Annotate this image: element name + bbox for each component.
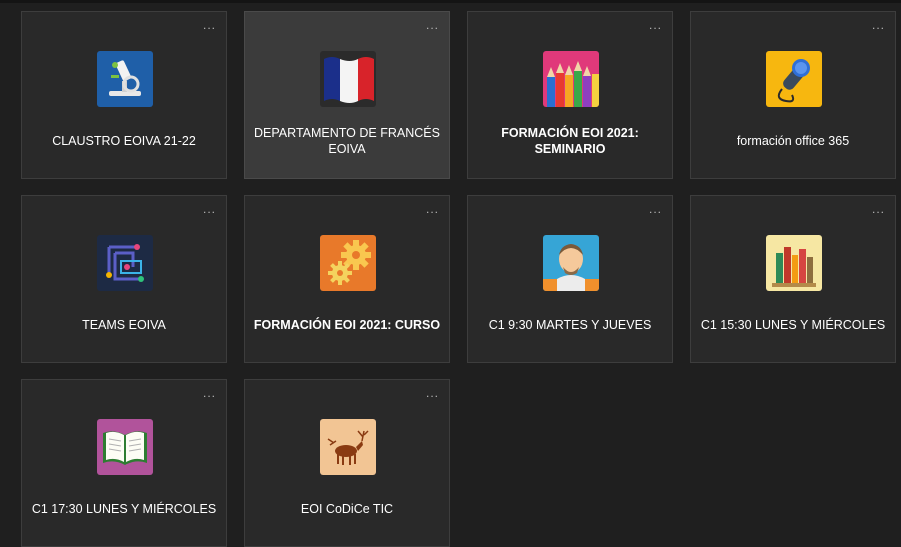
microscope-icon [97, 51, 153, 107]
more-options-icon[interactable]: ... [872, 203, 885, 215]
more-options-icon[interactable]: ... [872, 19, 885, 31]
team-card-office365[interactable]: ... formación office 365 [690, 11, 896, 179]
team-name: FORMACIÓN EOI 2021: CURSO [253, 318, 441, 332]
team-card-c1-1730[interactable]: ... C1 17:30 LUNES Y MIÉRCOLES [21, 379, 227, 547]
gears-icon [320, 235, 376, 291]
team-card-frances[interactable]: ... DEPARTAMENTO DE FRANCÉS EOIVA [244, 11, 450, 179]
team-name: C1 9:30 MARTES Y JUEVES [488, 318, 652, 332]
cave-painting-icon [320, 419, 376, 475]
more-options-icon[interactable]: ... [203, 19, 216, 31]
more-options-icon[interactable]: ... [426, 203, 439, 215]
team-name: EOI CoDiCe TIC [300, 502, 394, 516]
team-name: CLAUSTRO EOIVA 21-22 [52, 134, 196, 148]
team-card-teams-eoiva[interactable]: ... TEAMS EOIVA [21, 195, 227, 363]
team-card-seminario[interactable]: ... FORMACIÓN EOI 2021: SEMINARIO [467, 11, 673, 179]
colored-pencils-icon [543, 51, 599, 107]
more-options-icon[interactable]: ... [203, 203, 216, 215]
more-options-icon[interactable]: ... [426, 19, 439, 31]
team-name: DEPARTAMENTO DE FRANCÉS EOIVA [254, 126, 440, 156]
team-card-c1-930[interactable]: ... C1 9:30 MARTES Y JUEVES [467, 195, 673, 363]
open-book-icon [97, 419, 153, 475]
microphone-icon [766, 51, 822, 107]
team-name: C1 17:30 LUNES Y MIÉRCOLES [31, 502, 217, 516]
team-card-claustro[interactable]: ... CLAUSTRO EOIVA 21-22 [21, 11, 227, 179]
circuit-icon [97, 235, 153, 291]
more-options-icon[interactable]: ... [203, 387, 216, 399]
french-flag-icon [320, 51, 376, 107]
team-name: FORMACIÓN EOI 2021: SEMINARIO [501, 126, 639, 156]
more-options-icon[interactable]: ... [649, 19, 662, 31]
team-name: formación office 365 [736, 134, 850, 148]
team-name: C1 15:30 LUNES Y MIÉRCOLES [700, 318, 886, 332]
shakespeare-icon [543, 235, 599, 291]
team-name: TEAMS EOIVA [82, 318, 166, 332]
more-options-icon[interactable]: ... [426, 387, 439, 399]
more-options-icon[interactable]: ... [649, 203, 662, 215]
team-card-c1-1530[interactable]: ... C1 15:30 LUNES Y MIÉRCOLES [690, 195, 896, 363]
team-card-codice-tic[interactable]: ... EOI CoDiCe TIC [244, 379, 450, 547]
top-strip [0, 0, 901, 3]
books-icon [766, 235, 822, 291]
team-card-curso[interactable]: ... FORMACIÓN EOI 2021: CURSO [244, 195, 450, 363]
